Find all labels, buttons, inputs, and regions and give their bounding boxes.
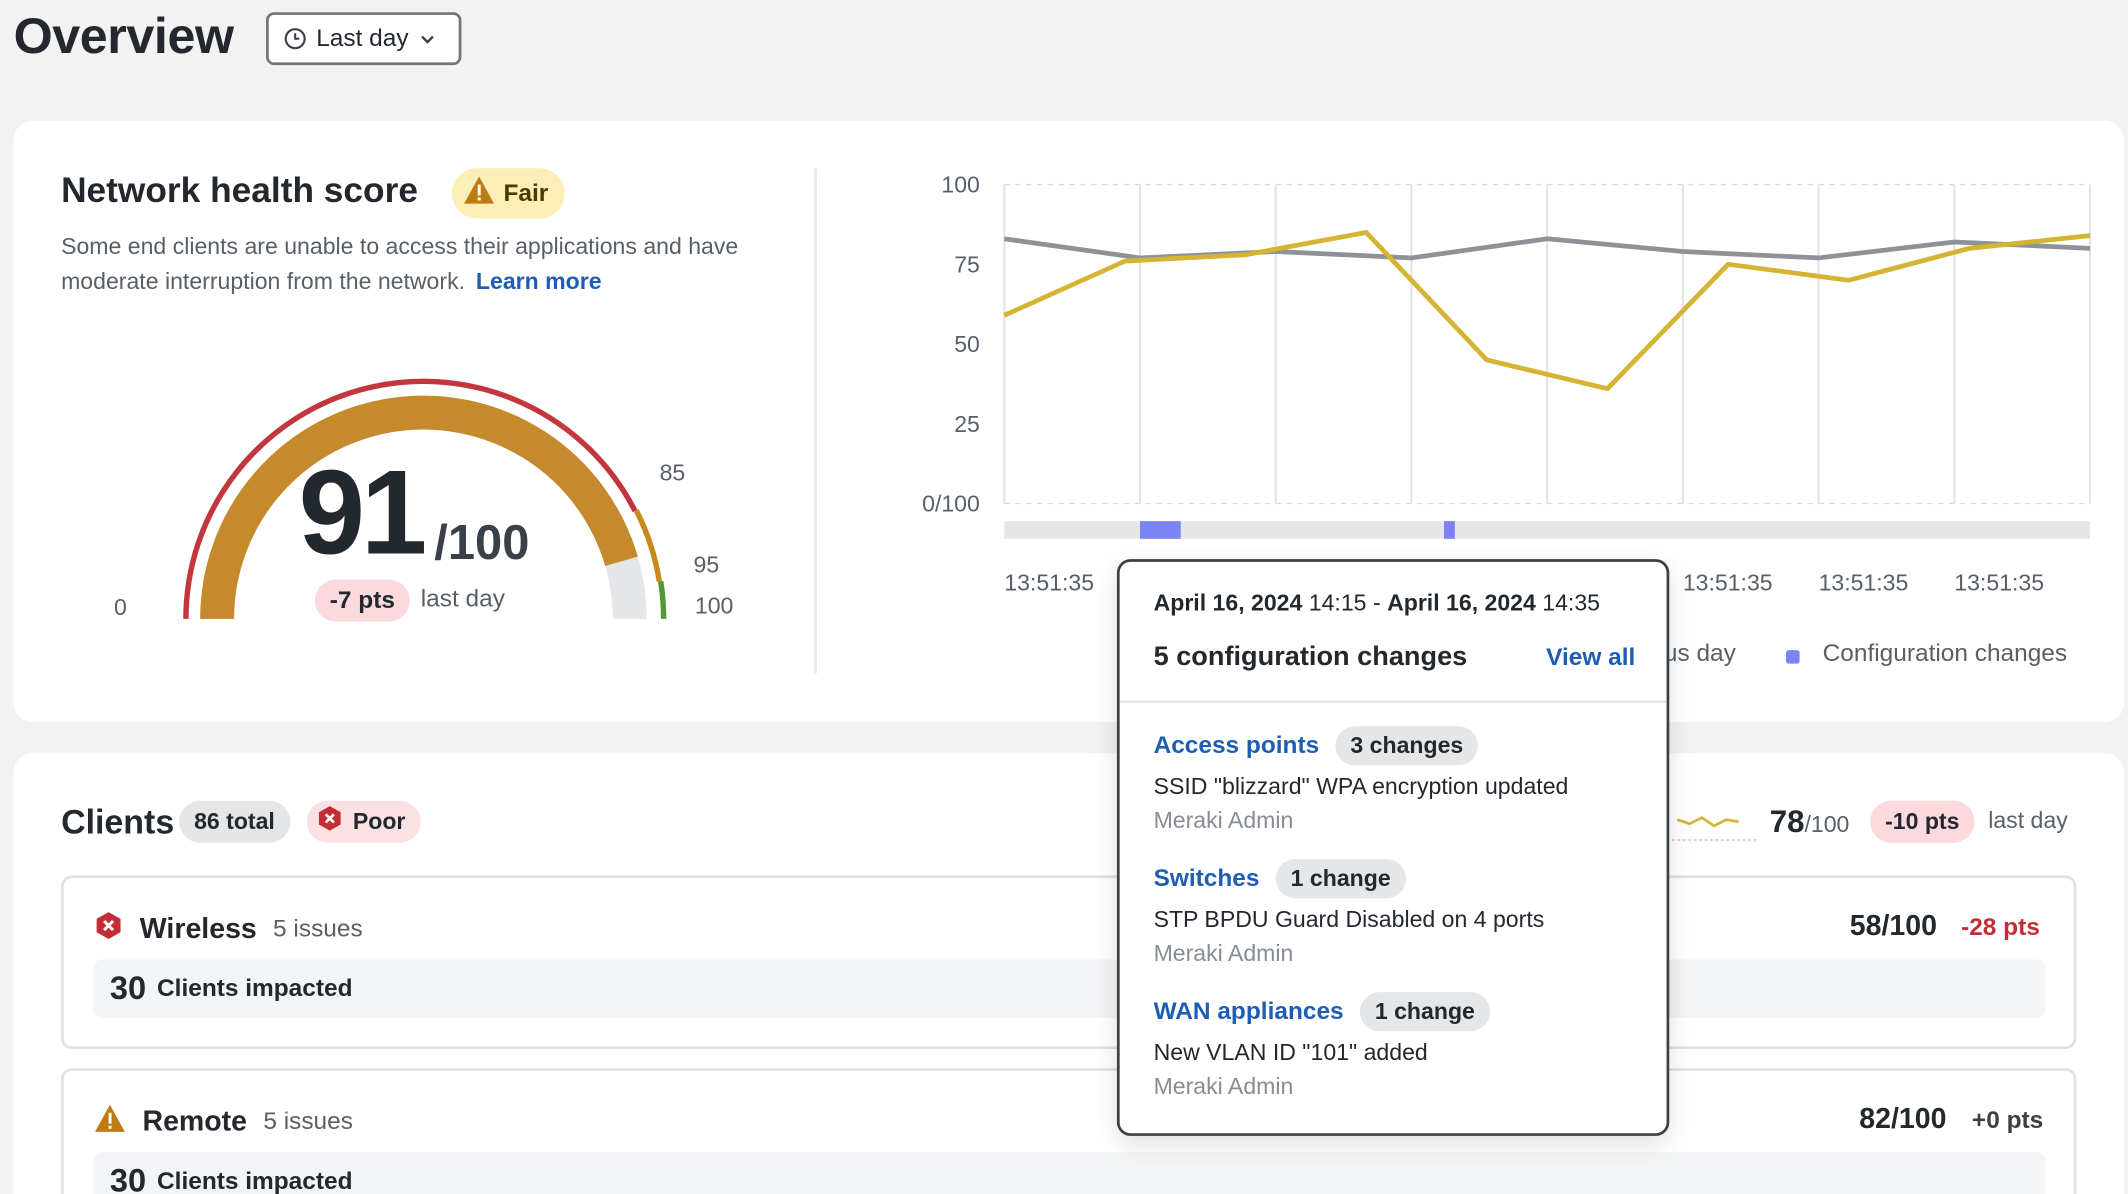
popover-divider	[1119, 700, 1667, 703]
gauge-label-85: 85	[659, 460, 686, 486]
change-author: Meraki Admin	[1153, 940, 1294, 967]
chart-y-tick-label: 50	[954, 331, 980, 357]
warning-triangle-icon	[94, 1103, 127, 1140]
health-change-period: last day	[420, 584, 505, 613]
clients-status-poor: Poor	[306, 800, 421, 843]
error-hexagon-icon	[316, 805, 343, 839]
issue-name: Wireless	[139, 912, 257, 944]
issue-name: Remote	[142, 1105, 248, 1137]
clients-score: 78/100	[1770, 803, 1850, 840]
section-divider	[814, 168, 817, 674]
config-changes-popover: April 16, 2024 14:15 - April 16, 2024 14…	[1116, 559, 1670, 1136]
change-author: Meraki Admin	[1153, 807, 1294, 834]
status-badge-label: Fair	[503, 179, 549, 207]
network-health-card: Network health score Fair Some end clien…	[13, 120, 2124, 723]
change-count-pill: 1 change	[1275, 859, 1406, 899]
config-change-marker	[1444, 521, 1455, 539]
health-description-text: Some end clients are unable to access th…	[61, 233, 739, 295]
change-author: Meraki Admin	[1153, 1073, 1294, 1100]
chart-y-tick-label: 100	[941, 175, 979, 198]
health-title: Network health score	[61, 169, 418, 211]
clients-change-pill: -10 pts	[1870, 800, 1975, 843]
error-hexagon-icon	[94, 911, 124, 948]
sparkline-line	[1676, 816, 1739, 828]
chart-x-tick-label: 13:51:35	[1004, 569, 1094, 595]
chevron-down-icon	[418, 29, 437, 48]
warning-triangle-icon	[463, 175, 496, 212]
clients-card: Clients 86 total Poor 78/100 -10 pts las…	[13, 753, 2124, 1194]
issue-card-remote[interactable]: Remote 5 issues 30 Clients impacted 82/1…	[61, 1068, 2077, 1194]
clients-change-period: last day	[1988, 807, 2068, 834]
popover-heading: 5 configuration changes	[1153, 641, 1468, 672]
popover-date-start: April 16, 2024	[1153, 590, 1303, 617]
issue-pts: +0 pts	[1971, 1106, 2044, 1134]
chart-x-tick-label: 13:51:35	[1683, 569, 1773, 595]
health-change-pill: -7 pts	[314, 579, 410, 622]
impacted-label: Clients impacted	[157, 1167, 353, 1194]
clients-total-pill: 86 total	[179, 800, 290, 843]
issue-card-wireless[interactable]: Wireless 5 issues 30 Clients impacted 58…	[61, 875, 2077, 1050]
view-all-link[interactable]: View all	[1546, 643, 1635, 672]
impacted-count: 30	[109, 1162, 147, 1194]
health-score-value: 91	[298, 445, 428, 580]
legend-config-changes[interactable]: Configuration changes	[1823, 639, 2067, 668]
switches-link[interactable]: Switches	[1154, 864, 1260, 893]
impacted-count: 30	[109, 969, 147, 1007]
clock-icon	[284, 27, 307, 50]
health-line-chart: 100 75 50 25 0/100 13:51:35 13:51:35 13:51:35 13…	[922, 175, 2092, 595]
change-group-switches: Switches 1 change STP BPDU Guard Disable…	[1153, 859, 1545, 968]
health-description: Some end clients are unable to access th…	[61, 229, 767, 300]
config-change-marker	[1140, 521, 1181, 539]
clients-status-label: Poor	[352, 808, 406, 834]
time-range-label: Last day	[316, 24, 409, 52]
chart-y-tick-label: 75	[954, 251, 980, 277]
change-detail: New VLAN ID "101" added	[1153, 1039, 1428, 1066]
gauge-label-max: 100	[694, 593, 734, 619]
chart-x-tick-label: 13:51:35	[1819, 569, 1909, 595]
clients-score-max: /100	[1804, 811, 1850, 838]
change-count-pill: 1 change	[1359, 992, 1490, 1032]
wan-appliances-link[interactable]: WAN appliances	[1154, 997, 1344, 1026]
page-title: Overview	[13, 8, 234, 64]
clients-title: Clients	[61, 803, 175, 842]
change-group-wan-appliances: WAN appliances 1 change New VLAN ID "101…	[1154, 992, 1490, 1101]
gauge-label-95: 95	[693, 552, 720, 579]
issue-count: 5 issues	[273, 914, 363, 942]
access-points-link[interactable]: Access points	[1154, 732, 1320, 761]
learn-more-link[interactable]: Learn more	[476, 269, 602, 295]
status-badge-fair: Fair	[451, 168, 565, 219]
issue-impact-band: 30 Clients impacted	[93, 959, 2046, 1018]
popover-time-start: 14:15	[1308, 590, 1367, 617]
time-range-select[interactable]: Last day	[266, 12, 462, 66]
popover-time-end: 14:35	[1542, 590, 1601, 617]
clients-sparkline	[1671, 816, 1757, 842]
issue-pts: -28 pts	[1961, 913, 2040, 941]
popover-date-sep: -	[1372, 590, 1381, 617]
change-count-pill: 3 changes	[1335, 726, 1479, 766]
legend-previous-day: us day	[1663, 639, 1736, 667]
health-score-max: /100	[434, 514, 530, 570]
popover-date-range: April 16, 2024 14:15 - April 16, 2024 14…	[1154, 590, 1600, 617]
change-detail: STP BPDU Guard Disabled on 4 ports	[1153, 906, 1545, 933]
gauge-label-min: 0	[113, 594, 127, 621]
impacted-label: Clients impacted	[157, 974, 353, 1002]
change-detail: SSID "blizzard" WPA encryption updated	[1153, 773, 1569, 800]
chart-y-tick-label: 25	[954, 411, 980, 437]
gauge-good-band	[658, 580, 667, 619]
legend-config-swatch	[1785, 650, 1800, 664]
change-group-access-points: Access points 3 changes SSID "blizzard" …	[1153, 726, 1569, 835]
issue-score: 82/100	[1859, 1103, 1947, 1135]
popover-date-end: April 16, 2024	[1387, 590, 1536, 617]
chart-y-tick-label: 0/100	[922, 491, 980, 517]
issue-count: 5 issues	[263, 1107, 353, 1135]
clients-score-value: 78	[1769, 803, 1805, 839]
issue-score: 58/100	[1849, 910, 1937, 942]
chart-x-tick-label: 13:51:35	[1954, 569, 2044, 595]
issue-impact-band: 30 Clients impacted	[93, 1152, 2046, 1194]
